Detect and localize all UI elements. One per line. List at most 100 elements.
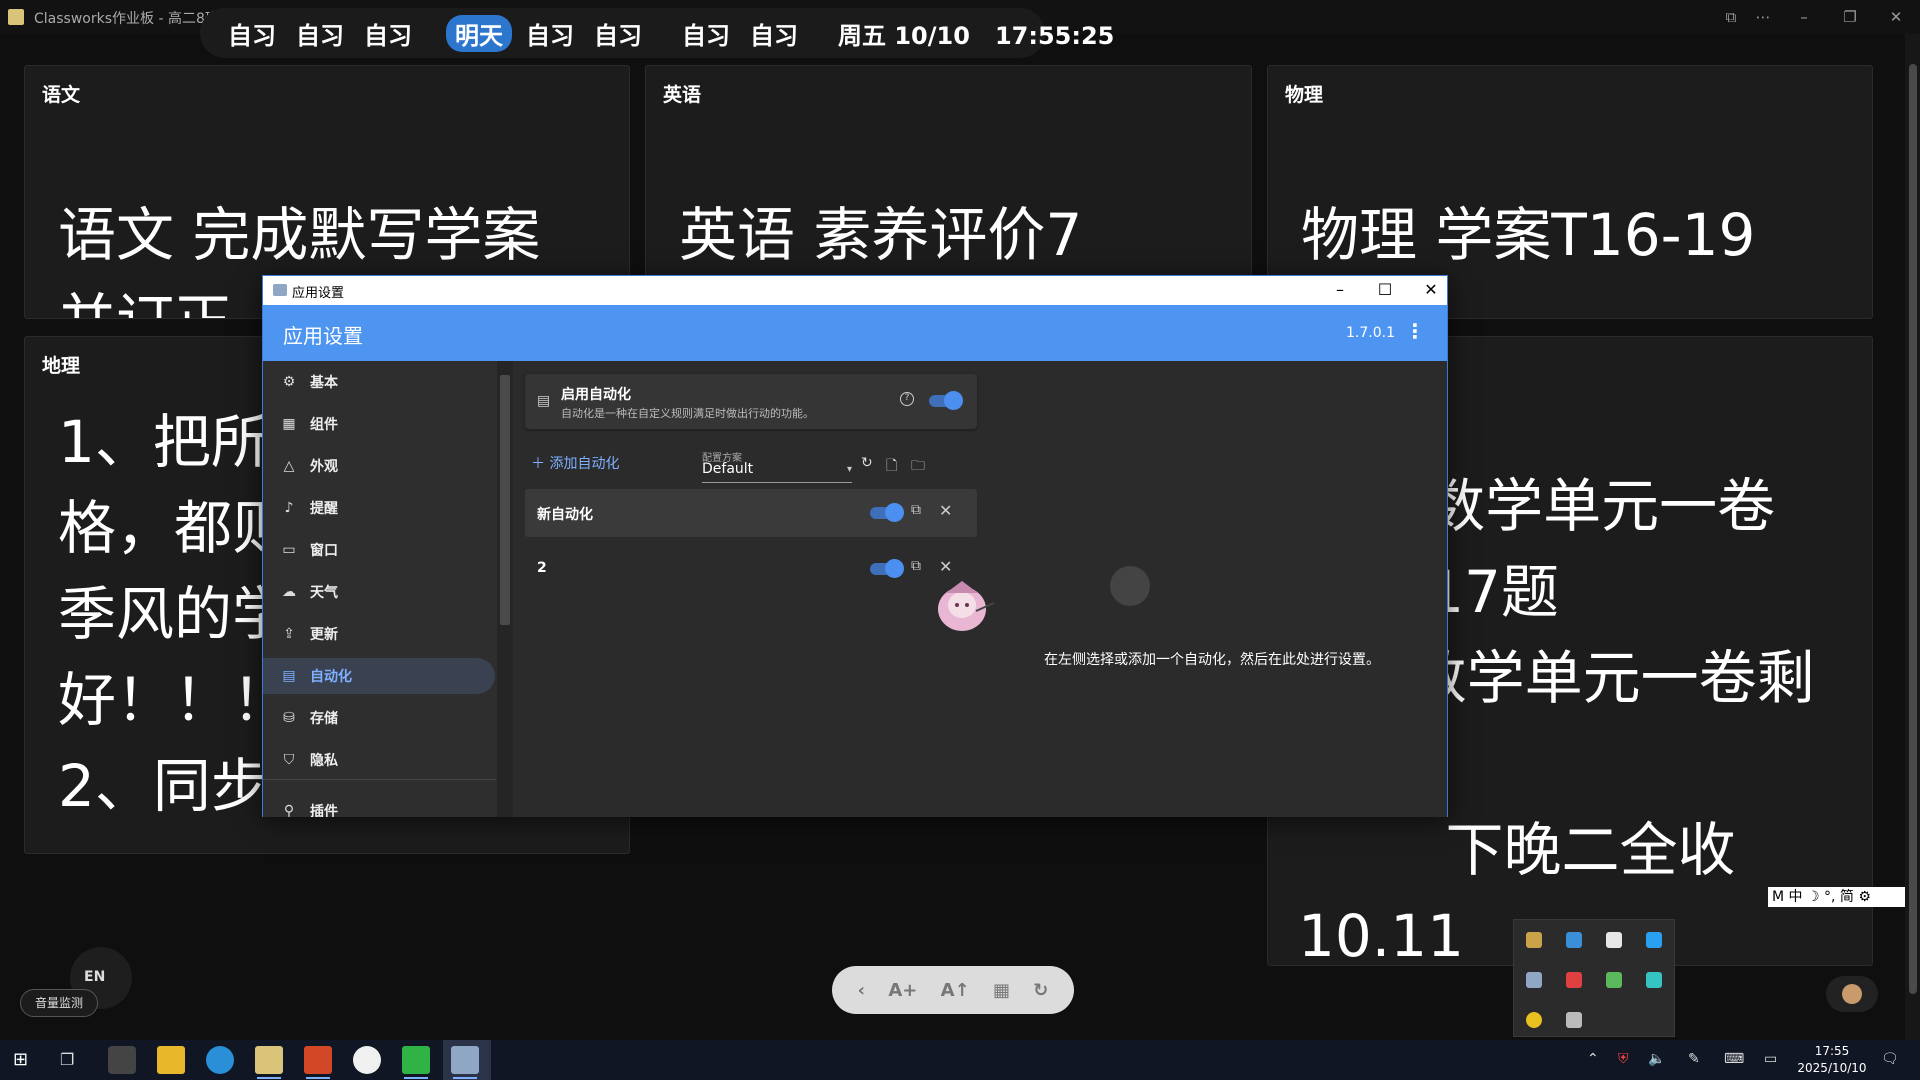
chevron-left-icon[interactable]: ‹ [858, 980, 865, 1001]
tray-app-icon[interactable] [1646, 932, 1662, 948]
gear-icon: ⚙ [282, 374, 296, 390]
sidebar-item-reminder[interactable]: ♪ 提醒 [263, 490, 496, 526]
task-view-icon[interactable]: ❐ [60, 1050, 74, 1069]
caret-down-icon: ▾ [846, 464, 852, 475]
bell-icon: ♪ [284, 500, 294, 516]
font-decrease-icon[interactable]: A↑ [941, 980, 970, 1001]
settings-header-title: 应用设置 [283, 324, 363, 348]
taskbar-app-icon[interactable] [402, 1046, 430, 1079]
automation-row[interactable]: 新自动化 ⧉ ✕ [525, 489, 977, 537]
cloud-icon: ☁ [282, 584, 296, 600]
chevron-up-icon[interactable]: ⌃ [1587, 1051, 1599, 1067]
card-body: 1、把所 格，都则 季风的学 好！！！ 2、同步 [58, 408, 291, 820]
automation-toggle[interactable] [870, 503, 904, 522]
settings-sidebar: ⚙ 基本 ▦ 组件 △ 外观 ♪ 提醒 ▭ 窗口 ☁ 天气 ⇪ 更新 ▤ 自动化 [263, 361, 497, 817]
minimize-button[interactable]: – [1793, 6, 1815, 28]
enable-automation-description: 自动化是一种在自定义规则满足时做出行动的功能。 [561, 407, 814, 420]
card-body: 物理 学案T16-19 [1301, 201, 1756, 269]
profile-select[interactable]: Default ▾ [702, 461, 852, 483]
tray-app-icon[interactable] [1606, 972, 1622, 988]
taskbar-app-icon[interactable] [108, 1046, 136, 1074]
avatar[interactable] [1826, 976, 1878, 1012]
copy-icon[interactable]: ⧉ [911, 558, 921, 574]
schedule-item: 自习 [364, 21, 412, 50]
toggle-hover-halo [1110, 566, 1150, 606]
automation-row[interactable]: 2 ⧉ ✕ [525, 545, 977, 593]
folder-icon[interactable]: 🗀 [911, 455, 925, 479]
tray-app-icon[interactable] [1526, 972, 1542, 988]
refresh-icon[interactable]: ↻ [861, 455, 873, 471]
sidebar-item-basic[interactable]: ⚙ 基本 [263, 364, 496, 400]
settings-close-button[interactable]: ✕ [1419, 279, 1443, 301]
clock[interactable]: 17:55 2025/10/10 [1796, 1043, 1868, 1077]
empty-state-text: 在左侧选择或添加一个自动化，然后在此处进行设置。 [1044, 652, 1380, 668]
pen-icon[interactable]: ✎ [1688, 1051, 1700, 1067]
security-icon[interactable]: ⛨ [1618, 1051, 1629, 1067]
more-icon[interactable]: ⋯ [1752, 6, 1774, 28]
edge-browser-icon[interactable] [206, 1046, 234, 1074]
add-automation-button[interactable]: ＋ 添加自动化 [531, 453, 619, 473]
sidebar-item-label: 外观 [310, 459, 338, 475]
close-icon[interactable]: ✕ [939, 501, 952, 520]
snap-icon[interactable]: ⧉ [1720, 6, 1742, 28]
automation-toggle[interactable] [870, 559, 904, 578]
sidebar-item-update[interactable]: ⇪ 更新 [263, 616, 496, 652]
enable-automation-toggle[interactable] [929, 391, 963, 410]
tray-app-icon[interactable] [1526, 1012, 1542, 1028]
help-icon[interactable]: ? [900, 392, 914, 406]
taskbar: ⊞ ❐ ⌃ ⛨ 🔈 ✎ ⌨ ▭ 17:55 2025/10/10 🗨 [0, 1040, 1920, 1080]
tray-app-icon[interactable] [1566, 932, 1582, 948]
new-file-icon[interactable]: 🗋 [886, 455, 897, 479]
sidebar-item-appearance[interactable]: △ 外观 [263, 448, 496, 484]
display-icon[interactable]: ▭ [1764, 1051, 1777, 1067]
classworks-icon[interactable] [255, 1046, 283, 1079]
close-button[interactable]: ✕ [1885, 6, 1907, 28]
settings-app-icon [273, 284, 287, 296]
notification-icon[interactable]: 🗨 [1881, 1051, 1899, 1067]
sidebar-item-window[interactable]: ▭ 窗口 [263, 532, 496, 568]
sidebar-item-label: 天气 [310, 585, 338, 601]
settings-window-title: 应用设置 [292, 286, 345, 301]
settings-maximize-button[interactable]: ☐ [1373, 279, 1397, 301]
windows-start-icon[interactable]: ⊞ [13, 1049, 28, 1070]
tray-app-icon[interactable] [1646, 972, 1662, 988]
restore-button[interactable]: ❐ [1839, 6, 1861, 28]
sidebar-item-widgets[interactable]: ▦ 组件 [263, 406, 496, 442]
profile-value: Default [702, 461, 754, 477]
upload-icon: ⇪ [283, 626, 295, 642]
tray-app-icon[interactable] [1566, 1012, 1582, 1028]
settings-header: 应用设置 1.7.0.1 ⋮ [263, 305, 1447, 361]
volume-icon[interactable]: 🔈 [1648, 1051, 1665, 1067]
app-logo-icon [8, 9, 24, 25]
sidebar-item-automation[interactable]: ▤ 自动化 [263, 658, 495, 694]
page-scroll-thumb[interactable] [1909, 64, 1917, 994]
qq-icon[interactable] [353, 1046, 381, 1074]
close-icon[interactable]: ✕ [939, 557, 952, 576]
keyboard-icon[interactable]: ⌨ [1724, 1051, 1744, 1067]
schedule-item: 自习 [526, 21, 574, 50]
settings-app-taskbar-icon[interactable] [451, 1046, 479, 1079]
window-icon: ▭ [282, 542, 296, 558]
sidebar-scroll-thumb[interactable] [500, 375, 510, 625]
tray-app-icon[interactable] [1566, 972, 1582, 988]
ime-badge-label: EN [84, 969, 106, 985]
font-increase-icon[interactable]: A+ [888, 980, 917, 1001]
schedule-datetime: 周五 10/10 17:55:25 [838, 21, 1115, 50]
more-vert-icon[interactable]: ⋮ [1405, 319, 1425, 343]
volume-monitor-button[interactable]: 音量监测 [20, 989, 98, 1017]
tray-app-icon[interactable] [1606, 932, 1622, 948]
ime-toolbar[interactable]: M 中 ☽ °, 简 ⚙ [1768, 887, 1918, 907]
copy-icon[interactable]: ⧉ [911, 502, 921, 518]
tray-app-icon[interactable] [1526, 932, 1542, 948]
calendar-icon[interactable]: ▦ [993, 980, 1010, 1001]
sidebar-item-storage[interactable]: ⛁ 存储 [263, 700, 496, 736]
sidebar-item-weather[interactable]: ☁ 天气 [263, 574, 496, 610]
sidebar-scrollbar[interactable] [497, 361, 513, 817]
sidebar-item-plugins[interactable]: ⚲ 插件 [263, 793, 496, 817]
powerpoint-icon[interactable] [304, 1046, 332, 1079]
refresh-icon[interactable]: ↻ [1033, 980, 1048, 1001]
sidebar-item-privacy[interactable]: ⛉ 隐私 [263, 742, 496, 778]
file-explorer-icon[interactable] [157, 1046, 185, 1074]
settings-minimize-button[interactable]: – [1328, 279, 1352, 301]
page-scrollbar[interactable] [1905, 34, 1920, 1040]
